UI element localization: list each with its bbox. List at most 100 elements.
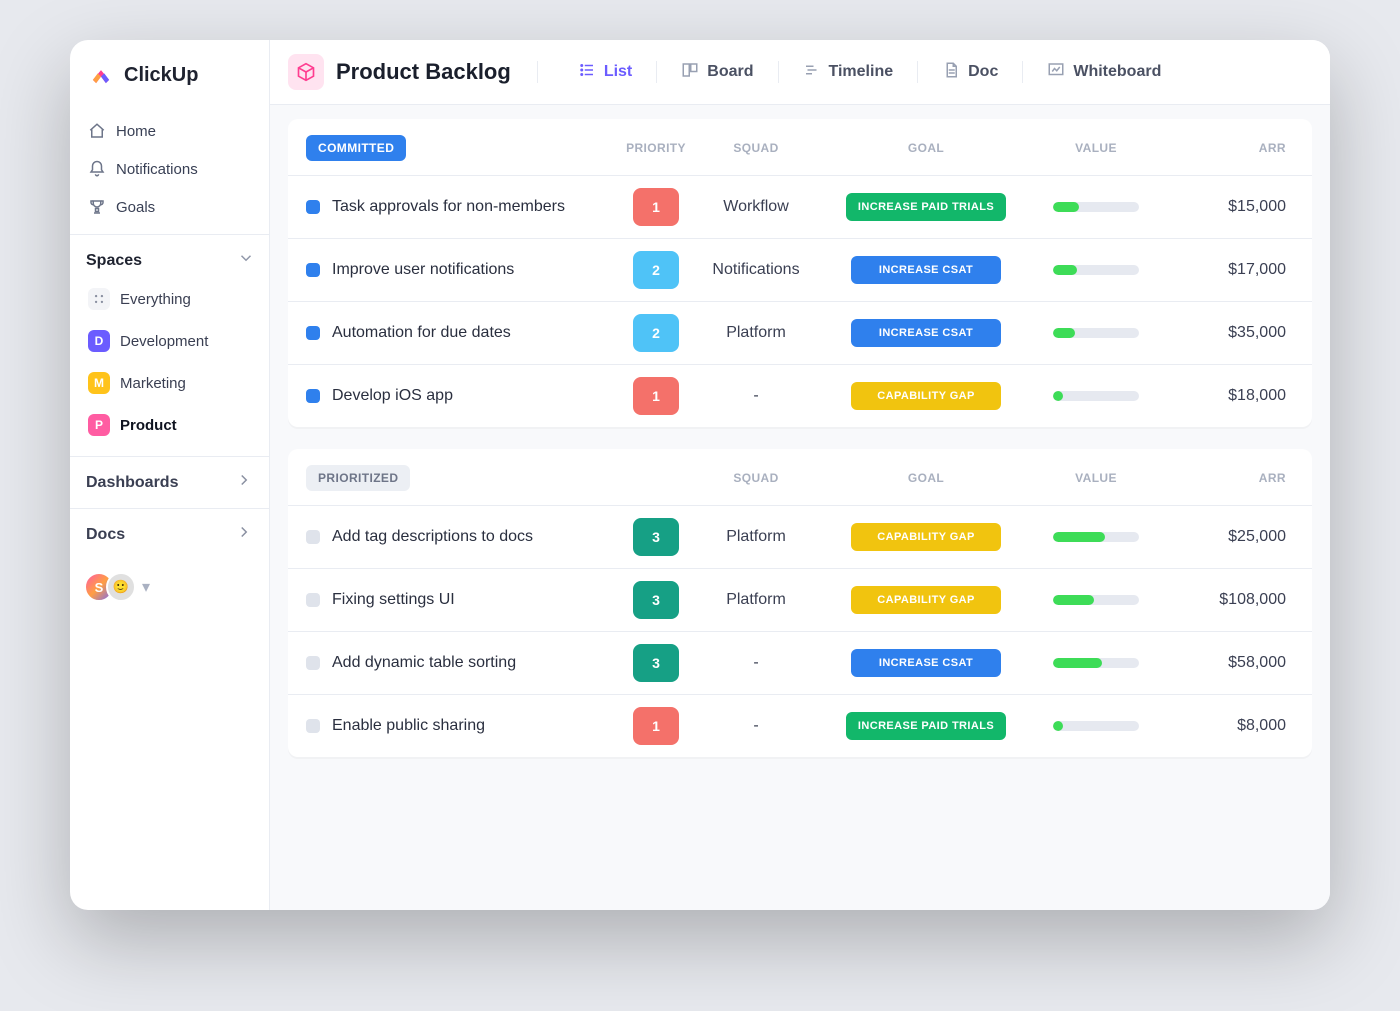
squad-cell[interactable]: Notifications <box>686 261 826 279</box>
priority-badge[interactable]: 1 <box>633 188 679 226</box>
view-label: Doc <box>968 63 998 81</box>
arr-cell[interactable]: $58,000 <box>1166 654 1286 672</box>
table-row[interactable]: Improve user notifications 2 Notifications… <box>288 238 1312 301</box>
status-square-icon[interactable] <box>306 200 320 214</box>
priority-badge[interactable]: 2 <box>633 314 679 352</box>
view-label: List <box>604 63 632 81</box>
goal-tag[interactable]: INCREASE CSAT <box>851 649 1001 677</box>
arr-cell[interactable]: $108,000 <box>1166 591 1286 609</box>
spaces-header[interactable]: Spaces <box>70 235 269 278</box>
nav-goals[interactable]: Goals <box>76 188 263 226</box>
task-name[interactable]: Automation for due dates <box>332 324 511 342</box>
view-board[interactable]: Board <box>671 55 763 90</box>
priority-badge[interactable]: 3 <box>633 644 679 682</box>
arr-cell[interactable]: $35,000 <box>1166 324 1286 342</box>
table-row[interactable]: Automation for due dates 2 Platform INCREAS… <box>288 301 1312 364</box>
sidebar-item-everything[interactable]: Everything <box>78 278 261 320</box>
table-row[interactable]: Fixing settings UI 3 Platform CAPABILITY GA… <box>288 568 1312 631</box>
sidebar-item-dashboards[interactable]: Dashboards <box>70 456 269 508</box>
arr-cell[interactable]: $8,000 <box>1166 717 1286 735</box>
goal-tag[interactable]: INCREASE PAID TRIALS <box>846 193 1006 221</box>
task-name[interactable]: Add tag descriptions to docs <box>332 528 533 546</box>
nav-label: Notifications <box>116 161 198 178</box>
column-header-goal[interactable]: GOAL <box>826 141 1026 155</box>
value-progress <box>1053 658 1139 668</box>
priority-badge[interactable]: 2 <box>633 251 679 289</box>
view-doc[interactable]: Doc <box>932 55 1008 90</box>
task-name[interactable]: Improve user notifications <box>332 261 514 279</box>
status-square-icon[interactable] <box>306 326 320 340</box>
priority-badge[interactable]: 1 <box>633 377 679 415</box>
arr-cell[interactable]: $25,000 <box>1166 528 1286 546</box>
priority-badge[interactable]: 1 <box>633 707 679 745</box>
sidebar-item-label: Product <box>120 417 177 434</box>
list-icon <box>578 61 596 84</box>
column-header-value[interactable]: VALUE <box>1026 141 1166 155</box>
status-square-icon[interactable] <box>306 389 320 403</box>
sidebar-item-docs[interactable]: Docs <box>70 508 269 560</box>
priority-badge[interactable]: 3 <box>633 518 679 556</box>
status-square-icon[interactable] <box>306 656 320 670</box>
view-timeline[interactable]: Timeline <box>793 55 904 90</box>
goal-tag[interactable]: INCREASE CSAT <box>851 319 1001 347</box>
table-row[interactable]: Add dynamic table sorting 3- INCREASE CSAT… <box>288 631 1312 694</box>
column-header-arr[interactable]: ARR <box>1166 471 1286 485</box>
sidebar-item-marketing[interactable]: M Marketing <box>78 362 261 404</box>
goal-tag[interactable]: INCREASE PAID TRIALS <box>846 712 1006 740</box>
goal-tag[interactable]: CAPABILITY GAP <box>851 523 1001 551</box>
status-square-icon[interactable] <box>306 530 320 544</box>
status-square-icon[interactable] <box>306 719 320 733</box>
main: Product Backlog List Board Timeline <box>270 40 1330 910</box>
task-name[interactable]: Fixing settings UI <box>332 591 455 609</box>
nav-notifications[interactable]: Notifications <box>76 150 263 188</box>
spaces-title: Spaces <box>86 252 142 270</box>
arr-cell[interactable]: $15,000 <box>1166 198 1286 216</box>
task-name[interactable]: Add dynamic table sorting <box>332 654 516 672</box>
sidebar-item-label: Everything <box>120 291 191 308</box>
sidebar-item-development[interactable]: D Development <box>78 320 261 362</box>
table-row[interactable]: Add tag descriptions to docs 3 Platform CAP… <box>288 505 1312 568</box>
app-frame: ClickUp Home Notifications Goals Spaces <box>70 40 1330 910</box>
goal-tag[interactable]: INCREASE CSAT <box>851 256 1001 284</box>
squad-cell[interactable]: - <box>686 387 826 405</box>
task-name[interactable]: Enable public sharing <box>332 717 485 735</box>
box-icon <box>288 54 324 90</box>
goal-tag[interactable]: CAPABILITY GAP <box>851 382 1001 410</box>
primary-nav: Home Notifications Goals <box>70 106 269 234</box>
task-name[interactable]: Task approvals for non-members <box>332 198 565 216</box>
avatar-stack[interactable]: S 🙂 ▾ <box>70 560 269 614</box>
group-pill[interactable]: COMMITTED <box>306 135 406 161</box>
status-square-icon[interactable] <box>306 263 320 277</box>
column-header-priority[interactable]: PRIORITY <box>626 141 686 155</box>
column-header-arr[interactable]: ARR <box>1166 141 1286 155</box>
goal-tag[interactable]: CAPABILITY GAP <box>851 586 1001 614</box>
spaces-list: Everything D Development M Marketing P P… <box>70 278 269 456</box>
view-whiteboard[interactable]: Whiteboard <box>1037 55 1171 90</box>
squad-cell[interactable]: Platform <box>686 528 826 546</box>
space-badge-p: P <box>88 414 110 436</box>
arr-cell[interactable]: $18,000 <box>1166 387 1286 405</box>
squad-cell[interactable]: - <box>686 654 826 672</box>
column-header-squad[interactable]: SQUAD <box>686 471 826 485</box>
status-square-icon[interactable] <box>306 593 320 607</box>
table-row[interactable]: Task approvals for non-members 1 Workflow I… <box>288 175 1312 238</box>
arr-cell[interactable]: $17,000 <box>1166 261 1286 279</box>
group-pill[interactable]: PRIORITIZED <box>306 465 410 491</box>
squad-cell[interactable]: Workflow <box>686 198 826 216</box>
brand[interactable]: ClickUp <box>70 40 269 106</box>
column-header-goal[interactable]: GOAL <box>826 471 1026 485</box>
nav-home[interactable]: Home <box>76 112 263 150</box>
column-header-value[interactable]: VALUE <box>1026 471 1166 485</box>
priority-badge[interactable]: 3 <box>633 581 679 619</box>
content: COMMITTEDPRIORITYSQUADGOALVALUEARRTask a… <box>270 105 1330 781</box>
squad-cell[interactable]: Platform <box>686 324 826 342</box>
column-header-squad[interactable]: SQUAD <box>686 141 826 155</box>
view-list[interactable]: List <box>568 55 642 90</box>
value-progress <box>1053 265 1139 275</box>
squad-cell[interactable]: Platform <box>686 591 826 609</box>
table-row[interactable]: Develop iOS app 1- CAPABILITY GAP $18,000 <box>288 364 1312 427</box>
squad-cell[interactable]: - <box>686 717 826 735</box>
table-row[interactable]: Enable public sharing 1- INCREASE PAID TRI… <box>288 694 1312 757</box>
task-name[interactable]: Develop iOS app <box>332 387 453 405</box>
sidebar-item-product[interactable]: P Product <box>78 404 261 446</box>
